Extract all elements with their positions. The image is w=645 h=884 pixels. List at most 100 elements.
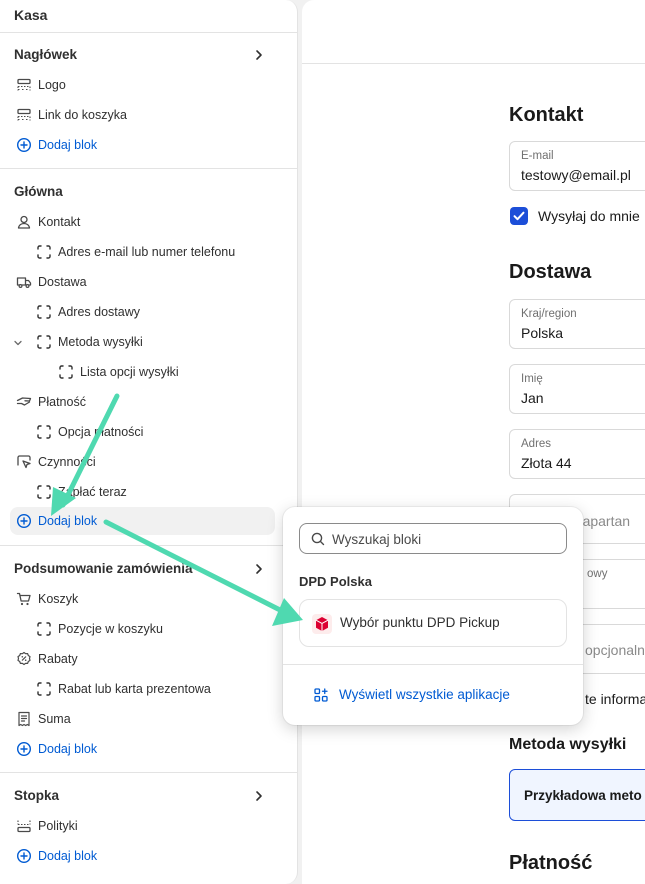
header-section-icon <box>17 78 31 91</box>
sidebar-item-label: Logo <box>38 78 66 92</box>
first-name-field[interactable]: Imię Jan <box>509 364 645 414</box>
shipping-option[interactable]: Przykładowa meto <box>509 769 645 821</box>
sidebar-item-label: Adres e-mail lub numer telefonu <box>58 245 236 259</box>
chevron-right-icon[interactable] <box>252 48 266 62</box>
sidebar-item-cart[interactable]: Koszyk <box>10 585 275 613</box>
sidebar-item-label: Rabaty <box>38 652 78 666</box>
search-icon <box>311 532 325 546</box>
block-sidebar: Kasa Nagłówek Logo Link do koszyka Dodaj… <box>0 0 298 884</box>
add-block-popover: DPD Polska Wybór punktu DPD Pickup Wyświ… <box>283 507 583 725</box>
sidebar-item-label: Pozycje w koszyku <box>58 622 163 636</box>
address-value: Złota 44 <box>521 455 572 471</box>
sidebar-item-label: Koszyk <box>38 592 79 606</box>
sidebar-item-shipping-options[interactable]: Lista opcji wysyłki <box>10 358 275 386</box>
block-search[interactable] <box>299 523 567 554</box>
divider <box>0 168 297 169</box>
country-field[interactable]: Kraj/region Polska <box>509 299 645 349</box>
dpd-pickup-block[interactable]: Wybór punktu DPD Pickup <box>299 599 567 647</box>
block-dashed-icon <box>37 305 51 319</box>
divider <box>0 32 297 33</box>
block-dashed-icon <box>37 335 51 349</box>
block-dashed-icon <box>37 485 51 499</box>
block-dashed-icon <box>37 425 51 439</box>
checkout-preview: Kontakt E-mail testowy@email.pl Wysyłaj … <box>302 64 645 884</box>
sidebar-item-label: Link do koszyka <box>38 108 127 122</box>
postal-label: owy <box>587 568 608 580</box>
add-block-button-summary[interactable]: Dodaj blok <box>10 735 275 763</box>
app-section-title: DPD Polska <box>299 574 372 589</box>
plus-circle-icon <box>16 513 32 529</box>
sidebar-item-label: Płatność <box>38 395 86 409</box>
sidebar-item-cart-link[interactable]: Link do koszyka <box>10 101 275 129</box>
sidebar-item-label: Metoda wysyłki <box>58 335 143 349</box>
sidebar-item-delivery-address[interactable]: Adres dostawy <box>10 298 275 326</box>
sidebar-item-contact[interactable]: Kontakt <box>10 208 275 236</box>
email-value: testowy@email.pl <box>521 167 631 183</box>
add-block-label: Dodaj blok <box>38 742 98 756</box>
sidebar-item-actions[interactable]: Czynności <box>10 448 275 476</box>
section-main-title: Główna <box>14 184 63 199</box>
preview-topbar <box>302 0 645 64</box>
section-footer-title[interactable]: Stopka <box>14 788 59 803</box>
sidebar-item-label: Lista opcji wysyłki <box>80 365 179 379</box>
country-value: Polska <box>521 325 564 341</box>
apps-icon <box>314 688 328 702</box>
plus-circle-icon <box>16 848 32 864</box>
add-block-label: Dodaj blok <box>38 138 98 152</box>
newsletter-checkbox[interactable] <box>510 207 528 225</box>
sidebar-item-discount-code[interactable]: Rabat lub karta prezentowa <box>10 675 275 703</box>
section-header-title[interactable]: Nagłówek <box>14 47 77 62</box>
sidebar-item-contact-field[interactable]: Adres e-mail lub numer telefonu <box>10 238 275 266</box>
address-label: Adres <box>521 438 552 450</box>
sidebar-item-payment[interactable]: Płatność <box>10 388 275 416</box>
add-block-button-main[interactable]: Dodaj blok <box>10 507 275 535</box>
sidebar-item-pay-now[interactable]: Zapłać teraz <box>10 478 275 506</box>
contact-heading: Kontakt <box>509 104 584 126</box>
receipt-icon <box>18 711 30 727</box>
add-block-button-footer[interactable]: Dodaj blok <box>10 842 275 870</box>
footer-section-icon <box>17 820 31 833</box>
divider <box>283 664 583 665</box>
sidebar-item-label: Opcja płatności <box>58 425 144 439</box>
newsletter-label: Wysyłaj do mnie <box>538 208 640 224</box>
view-all-apps-link[interactable]: Wyświetl wszystkie aplikacje <box>313 686 553 706</box>
add-block-label: Dodaj blok <box>38 514 98 528</box>
delivery-heading: Dostawa <box>509 261 592 283</box>
email-field[interactable]: E-mail testowy@email.pl <box>509 141 645 191</box>
sidebar-item-policies[interactable]: Polityki <box>10 812 275 840</box>
divider <box>0 772 297 773</box>
sidebar-item-logo[interactable]: Logo <box>10 71 275 99</box>
sidebar-item-label: Suma <box>38 712 71 726</box>
sidebar-item-payment-option[interactable]: Opcja płatności <box>10 418 275 446</box>
sidebar-item-total[interactable]: Suma <box>10 705 275 733</box>
view-all-apps-label: Wyświetl wszystkie aplikacje <box>339 687 510 702</box>
chevron-right-icon[interactable] <box>252 562 266 576</box>
block-dashed-icon <box>59 365 73 379</box>
search-input[interactable] <box>332 530 557 548</box>
payment-heading: Płatność <box>509 852 593 874</box>
save-info-label: te informa <box>585 691 645 707</box>
section-summary-title[interactable]: Podsumowanie zamówienia <box>14 561 193 576</box>
sidebar-item-label: Zapłać teraz <box>58 485 127 499</box>
truck-icon <box>16 277 32 289</box>
add-block-button[interactable]: Dodaj blok <box>10 131 275 159</box>
sidebar-item-delivery[interactable]: Dostawa <box>10 268 275 296</box>
address-field[interactable]: Adres Złota 44 <box>509 429 645 479</box>
sidebar-item-label: Adres dostawy <box>58 305 140 319</box>
dpd-pickup-label: Wybór punktu DPD Pickup <box>340 615 500 630</box>
shipping-method-heading: Metoda wysyłki <box>509 736 627 753</box>
sidebar-item-shipping-method[interactable]: Metoda wysyłki <box>10 328 275 356</box>
sidebar-item-label: Dostawa <box>38 275 87 289</box>
chevron-right-icon[interactable] <box>252 789 266 803</box>
hand-card-icon <box>16 397 32 406</box>
header-section-icon <box>17 108 31 121</box>
chevron-down-icon[interactable] <box>12 337 24 349</box>
country-label: Kraj/region <box>521 308 577 320</box>
sidebar-item-discounts[interactable]: Rabaty <box>10 645 275 673</box>
optional-placeholder: opcjonalnie <box>585 642 645 658</box>
first-name-label: Imię <box>521 373 543 385</box>
block-dashed-icon <box>37 622 51 636</box>
sidebar-item-cart-items[interactable]: Pozycje w koszyku <box>10 615 275 643</box>
cursor-click-icon <box>17 455 31 469</box>
person-icon <box>17 215 31 229</box>
